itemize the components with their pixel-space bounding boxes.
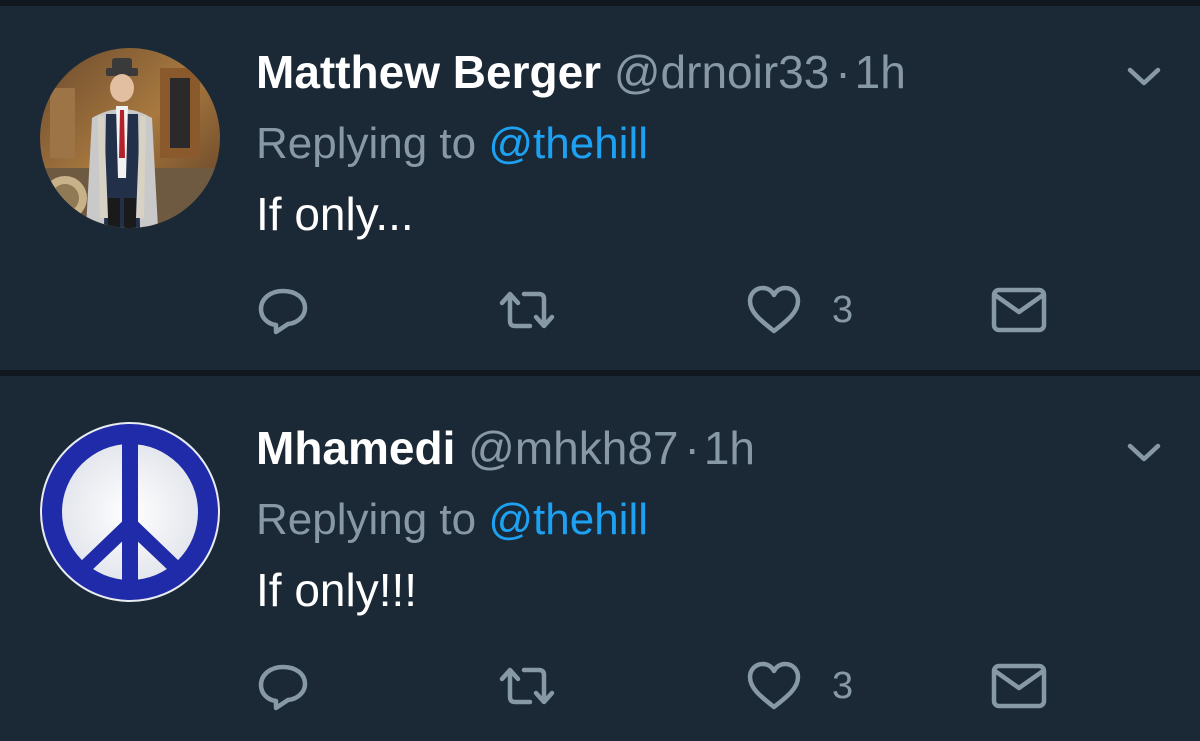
replying-to-label: Replying to bbox=[256, 119, 477, 168]
retweet-icon bbox=[499, 291, 555, 329]
tweet[interactable]: Matthew Berger @drnoir33·1h Replying to … bbox=[0, 0, 1200, 370]
direct-message-button[interactable] bbox=[990, 656, 1048, 716]
separator-dot: · bbox=[835, 46, 851, 98]
action-bar: 3 bbox=[0, 280, 1200, 340]
mention-link[interactable]: @thehill bbox=[488, 119, 648, 168]
like-button[interactable]: 3 bbox=[746, 280, 853, 340]
tweet-header: Matthew Berger @drnoir33·1h bbox=[256, 44, 906, 100]
display-name[interactable]: Mhamedi bbox=[256, 422, 455, 474]
like-count: 3 bbox=[832, 289, 854, 331]
envelope-icon bbox=[991, 663, 1047, 709]
avatar[interactable] bbox=[40, 422, 220, 602]
envelope-icon bbox=[991, 287, 1047, 333]
timestamp[interactable]: 1h bbox=[704, 422, 755, 474]
display-name[interactable]: Matthew Berger bbox=[256, 46, 601, 98]
photo-avatar-image bbox=[40, 48, 220, 228]
tweet-text: If only!!! bbox=[256, 564, 418, 616]
replying-to: Replying to @thehill bbox=[256, 116, 648, 172]
reply-button[interactable] bbox=[256, 656, 310, 716]
heart-icon bbox=[747, 661, 801, 710]
retweet-icon bbox=[499, 667, 555, 705]
timeline: Matthew Berger @drnoir33·1h Replying to … bbox=[0, 0, 1200, 741]
reply-button[interactable] bbox=[256, 280, 310, 340]
tweet-text: If only... bbox=[256, 188, 414, 240]
retweet-button[interactable] bbox=[496, 656, 558, 716]
like-button[interactable]: 3 bbox=[746, 656, 853, 716]
chevron-down-icon[interactable] bbox=[1122, 58, 1166, 94]
peace-sign-avatar-image bbox=[40, 422, 220, 602]
replying-to-label: Replying to bbox=[256, 495, 477, 544]
separator-dot: · bbox=[684, 422, 700, 474]
heart-icon bbox=[747, 285, 801, 334]
reply-icon bbox=[258, 288, 308, 335]
user-handle[interactable]: @mhkh87 bbox=[468, 422, 678, 474]
tweet[interactable]: Mhamedi @mhkh87·1h Replying to @thehill … bbox=[0, 376, 1200, 741]
user-handle[interactable]: @drnoir33 bbox=[614, 46, 829, 98]
like-count: 3 bbox=[832, 665, 854, 707]
retweet-button[interactable] bbox=[496, 280, 558, 340]
replying-to: Replying to @thehill bbox=[256, 492, 648, 548]
timestamp[interactable]: 1h bbox=[855, 46, 906, 98]
avatar[interactable] bbox=[40, 48, 220, 228]
action-bar: 3 bbox=[0, 656, 1200, 716]
chevron-down-icon[interactable] bbox=[1122, 434, 1166, 470]
reply-icon bbox=[258, 664, 308, 711]
tweet-header: Mhamedi @mhkh87·1h bbox=[256, 420, 755, 476]
mention-link[interactable]: @thehill bbox=[488, 495, 648, 544]
direct-message-button[interactable] bbox=[990, 280, 1048, 340]
